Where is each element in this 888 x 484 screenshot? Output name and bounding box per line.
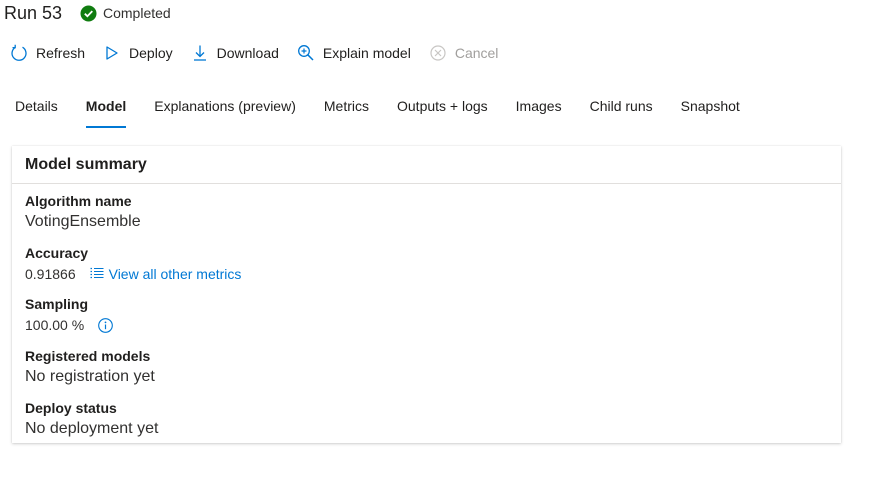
info-icon[interactable]	[98, 317, 114, 333]
view-metrics-label: View all other metrics	[108, 266, 242, 282]
status-text: Completed	[103, 5, 171, 21]
toolbar: Refresh Deploy Download Explain model Ca…	[10, 42, 516, 64]
tab-child-runs[interactable]: Child runs	[590, 94, 653, 128]
tab-outputs-logs[interactable]: Outputs + logs	[397, 94, 488, 128]
page-title: Run 53	[4, 3, 63, 23]
explain-model-button[interactable]: Explain model	[297, 44, 411, 62]
refresh-label: Refresh	[36, 45, 86, 61]
accuracy-value: 0.91866	[25, 266, 76, 282]
registered-models-value: No registration yet	[25, 368, 155, 385]
check-circle-icon	[80, 5, 97, 22]
tab-images[interactable]: Images	[516, 94, 562, 128]
card-title: Model summary	[12, 146, 841, 184]
deploy-status-field: Deploy status No deployment yet	[25, 399, 158, 439]
refresh-icon	[10, 44, 28, 62]
zoom-in-icon	[297, 44, 315, 62]
model-summary-card: Model summary Algorithm name VotingEnsem…	[12, 146, 841, 443]
download-button[interactable]: Download	[191, 44, 279, 62]
sampling-field: Sampling 100.00 %	[25, 295, 114, 335]
tab-model[interactable]: Model	[85, 94, 127, 128]
sampling-label: Sampling	[25, 296, 89, 312]
registered-models-label: Registered models	[25, 348, 151, 364]
tab-snapshot[interactable]: Snapshot	[681, 94, 740, 128]
deploy-button[interactable]: Deploy	[103, 44, 173, 62]
tab-metrics[interactable]: Metrics	[324, 94, 369, 128]
deploy-status-label: Deploy status	[25, 400, 117, 416]
accuracy-label: Accuracy	[25, 245, 89, 261]
algorithm-label: Algorithm name	[25, 193, 132, 209]
download-icon	[191, 44, 209, 62]
tab-explanations[interactable]: Explanations (preview)	[154, 94, 296, 128]
deploy-status-value: No deployment yet	[25, 420, 159, 437]
view-metrics-link[interactable]: View all other metrics	[90, 264, 242, 284]
cancel-button[interactable]: Cancel	[429, 44, 499, 62]
accuracy-field: Accuracy 0.91866 View all other metrics	[25, 244, 241, 284]
list-icon	[90, 264, 104, 284]
cancel-circle-icon	[429, 44, 447, 62]
play-icon	[103, 44, 121, 62]
download-label: Download	[216, 45, 279, 61]
cancel-label: Cancel	[454, 45, 499, 61]
algorithm-value: VotingEnsemble	[25, 213, 141, 230]
tab-details[interactable]: Details	[15, 94, 58, 128]
explain-model-label: Explain model	[322, 45, 411, 61]
sampling-value: 100.00 %	[25, 317, 85, 333]
status-badge: Completed	[80, 3, 171, 23]
deploy-label: Deploy	[129, 45, 173, 61]
tab-bar: Details Model Explanations (preview) Met…	[15, 94, 768, 128]
algorithm-field: Algorithm name VotingEnsemble	[25, 192, 141, 232]
registered-models-field: Registered models No registration yet	[25, 347, 155, 387]
run-page: Run 53 Completed Refresh Deploy Download…	[0, 0, 888, 484]
refresh-button[interactable]: Refresh	[10, 44, 85, 62]
